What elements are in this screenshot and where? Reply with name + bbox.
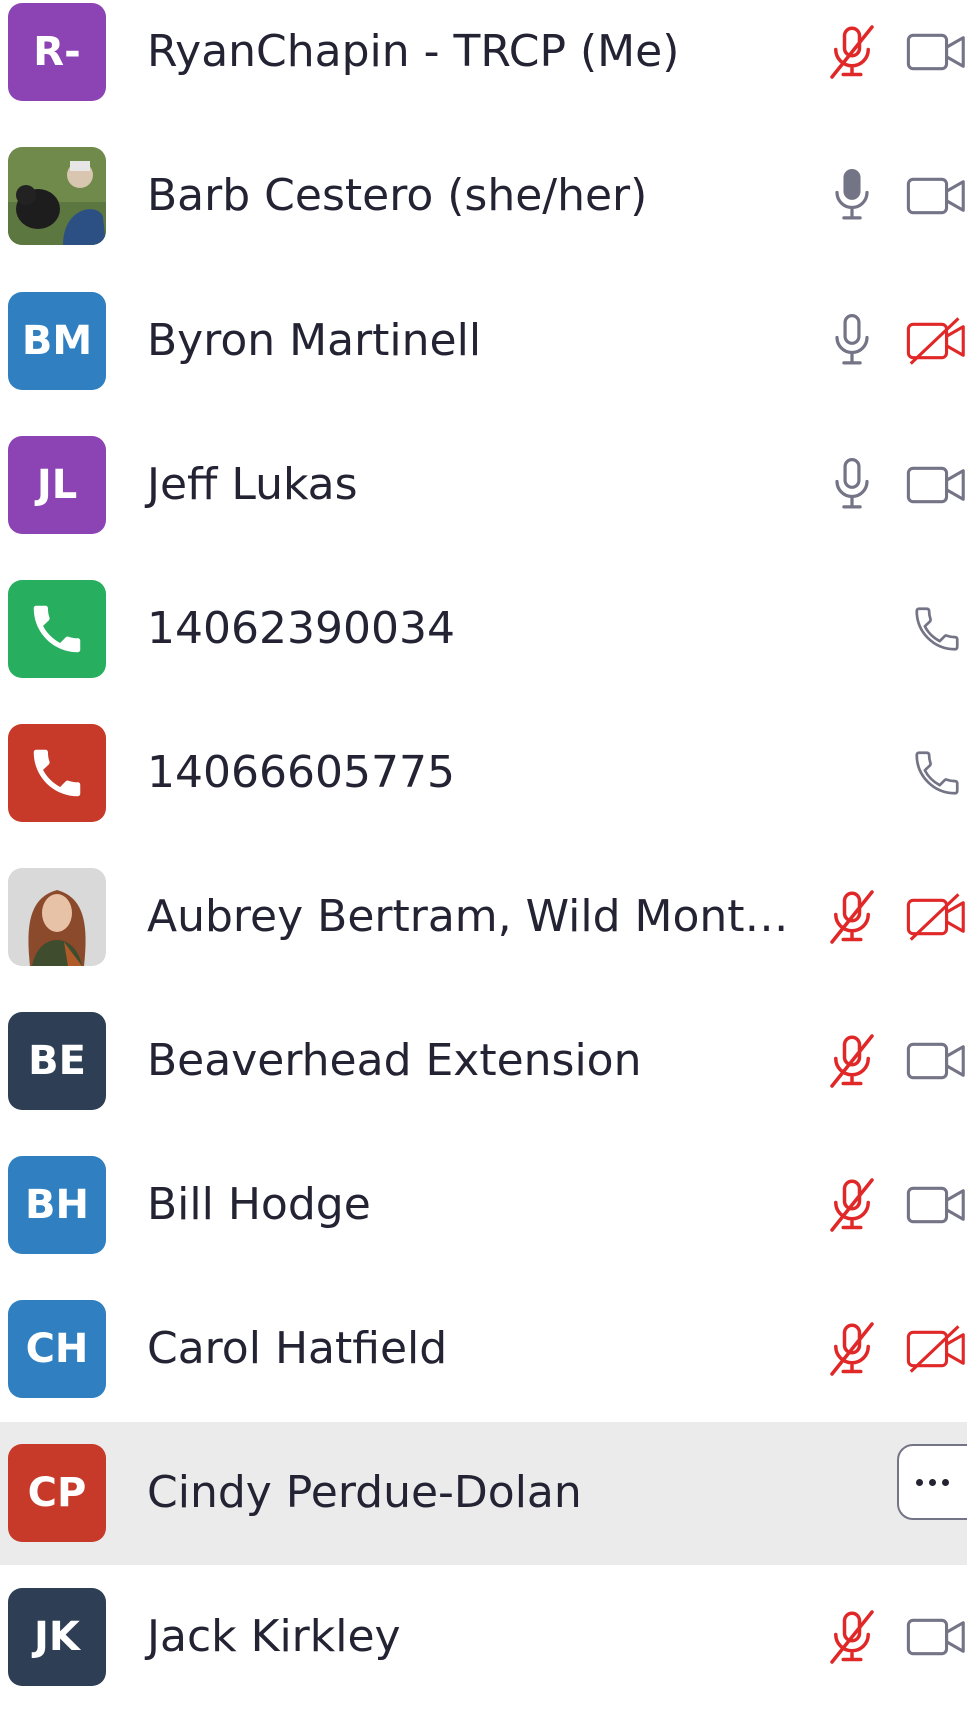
phone-icon <box>8 580 106 678</box>
more-dot <box>929 1478 936 1486</box>
mic-muted-icon[interactable] <box>820 3 884 101</box>
video-off-icon[interactable] <box>905 292 967 390</box>
more-options-icon <box>916 1478 923 1486</box>
avatar: CH <box>8 1300 106 1398</box>
video-on-icon[interactable] <box>905 3 967 101</box>
video-on-icon[interactable] <box>905 1012 967 1110</box>
participant-name: Beaverhead Extension <box>147 1035 642 1086</box>
more-options-button[interactable] <box>897 1444 967 1520</box>
participants-list: R- RyanChapin - TRCP (Me) Barb Cestero (… <box>0 0 967 1686</box>
phone-icon <box>8 724 106 822</box>
participant-name: 14062390034 <box>147 603 455 654</box>
avatar: JK <box>8 1588 106 1686</box>
participant-row-hovered[interactable]: CP Cindy Perdue-Dolan <box>0 1422 967 1565</box>
mic-muted-icon[interactable] <box>820 1588 884 1686</box>
participant-row[interactable]: Barb Cestero (she/her) <box>0 147 967 291</box>
participant-name: Jack Kirkley <box>147 1611 401 1662</box>
participant-name: Carol Hatfield <box>147 1323 448 1374</box>
mic-on-icon[interactable] <box>820 292 884 390</box>
mic-muted-icon[interactable] <box>820 1300 884 1398</box>
participant-name: 14066605775 <box>147 747 455 798</box>
woman-portrait-photo <box>8 868 106 966</box>
participant-name: Byron Martinell <box>147 315 482 366</box>
participant-row[interactable]: Aubrey Bertram, Wild Montana... <box>0 868 967 1012</box>
participant-row[interactable]: 14066605775 <box>0 724 967 868</box>
more-dot <box>942 1478 949 1486</box>
participant-name: Bill Hodge <box>147 1179 371 1230</box>
person-with-dog-photo <box>8 147 106 245</box>
video-off-icon[interactable] <box>905 868 967 966</box>
participant-row[interactable]: JK Jack Kirkley <box>0 1588 967 1732</box>
video-on-icon[interactable] <box>905 436 967 534</box>
mic-on-icon[interactable] <box>820 436 884 534</box>
mic-muted-icon[interactable] <box>820 868 884 966</box>
mic-muted-icon[interactable] <box>820 1156 884 1254</box>
participant-row[interactable]: 14062390034 <box>0 580 967 724</box>
avatar: BM <box>8 292 106 390</box>
avatar: JL <box>8 436 106 534</box>
participant-name: Aubrey Bertram, Wild Montana... <box>147 891 812 942</box>
phone-audio-icon <box>905 724 967 822</box>
participant-name: RyanChapin - TRCP (Me) <box>147 26 680 77</box>
avatar: BH <box>8 1156 106 1254</box>
participant-row[interactable]: BH Bill Hodge <box>0 1156 967 1300</box>
participant-name: Cindy Perdue-Dolan <box>147 1467 582 1518</box>
participant-row[interactable]: R- RyanChapin - TRCP (Me) <box>0 3 967 147</box>
video-off-icon[interactable] <box>905 1300 967 1398</box>
phone-audio-icon <box>905 580 967 678</box>
video-on-icon[interactable] <box>905 1588 967 1686</box>
participant-row[interactable]: BE Beaverhead Extension <box>0 1012 967 1156</box>
participant-row[interactable]: BM Byron Martinell <box>0 292 967 436</box>
mic-muted-icon[interactable] <box>820 1012 884 1110</box>
participant-name: Barb Cestero (she/her) <box>147 170 648 221</box>
participant-row[interactable]: JL Jeff Lukas <box>0 436 967 580</box>
video-on-icon[interactable] <box>905 147 967 245</box>
participant-name: Jeff Lukas <box>147 459 358 510</box>
video-on-icon[interactable] <box>905 1156 967 1254</box>
avatar: CP <box>8 1444 106 1542</box>
mic-on-icon[interactable] <box>820 147 884 245</box>
avatar: BE <box>8 1012 106 1110</box>
avatar: R- <box>8 3 106 101</box>
